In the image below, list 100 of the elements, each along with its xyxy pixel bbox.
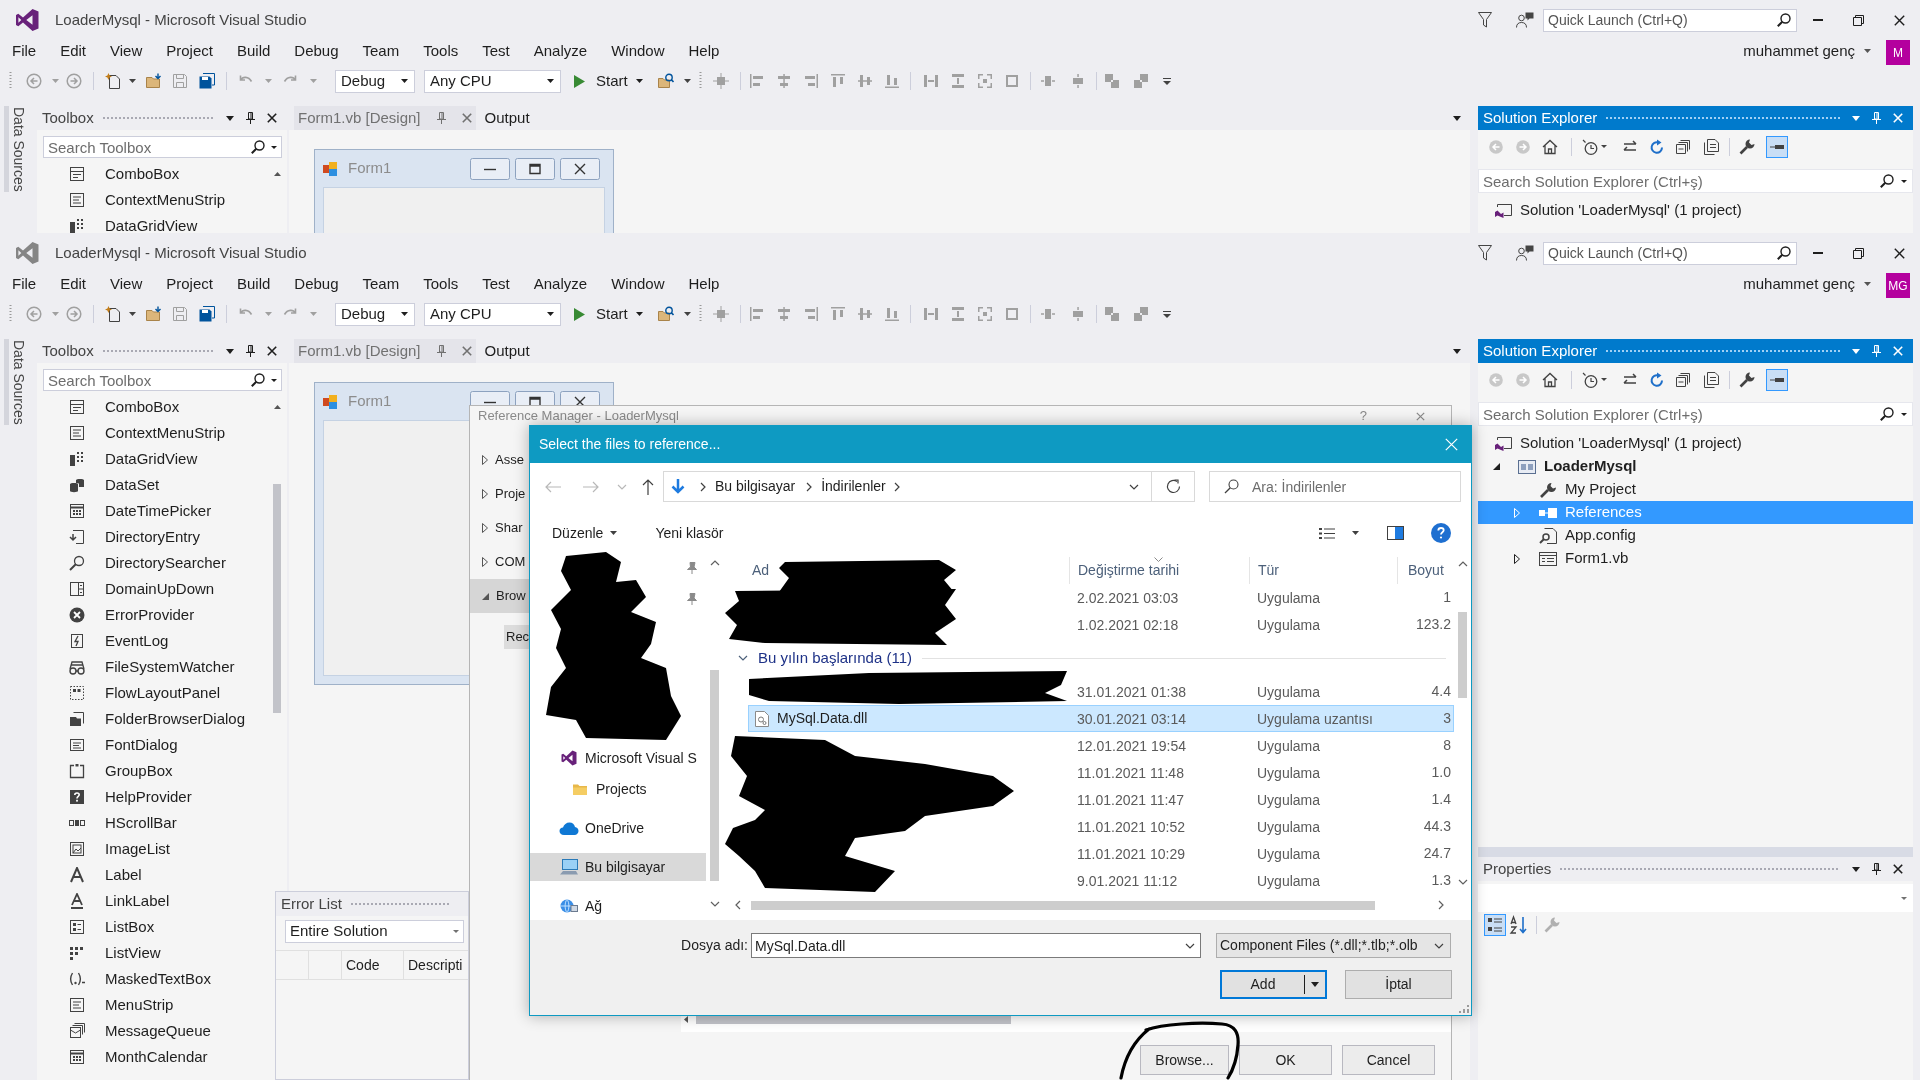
minimize-icon[interactable] — [1812, 19, 1823, 21]
caret-icon[interactable] — [1901, 413, 1907, 416]
toolbox-item[interactable]: DataGridView — [105, 214, 198, 233]
menu-item[interactable]: Window — [599, 273, 677, 294]
menu-item[interactable]: Team — [350, 40, 412, 61]
file-type-dropdown[interactable]: Component Files (*.dll;*.tlb;*.olb — [1216, 933, 1451, 958]
preview-icon[interactable] — [1766, 135, 1788, 158]
caret-icon[interactable] — [1864, 282, 1871, 286]
chevron-down-icon[interactable] — [1185, 943, 1195, 949]
feedback-icon[interactable] — [1516, 12, 1534, 28]
file-row[interactable]: 2.02.2021 03:03 Uygulama 1 — [1068, 584, 1454, 611]
caret-icon[interactable] — [1311, 982, 1319, 987]
toolbox-item[interactable]: ComboBox — [105, 395, 180, 419]
toolbox-item[interactable]: FolderBrowserDialog — [105, 707, 246, 731]
collapsed-triangle-icon[interactable] — [482, 489, 488, 499]
search-icon[interactable] — [1777, 245, 1791, 260]
pin-icon[interactable] — [246, 112, 255, 124]
caret-icon[interactable] — [683, 79, 691, 83]
caret-icon[interactable] — [129, 312, 136, 316]
category-item[interactable]: Proje — [470, 477, 529, 511]
scrollbar-thumb[interactable] — [1458, 612, 1467, 698]
toolbox-item[interactable]: MessageQueue — [105, 1019, 211, 1043]
dialog-button[interactable]: Browse... — [1140, 1045, 1229, 1075]
chevron-left-icon[interactable] — [735, 900, 741, 910]
help-icon[interactable] — [1431, 523, 1451, 543]
menu-item[interactable]: Test — [470, 273, 522, 294]
category-item[interactable]: Rec — [504, 625, 532, 649]
find-in-files-icon[interactable] — [657, 306, 674, 322]
caret-icon[interactable] — [1852, 866, 1860, 872]
save-all-icon[interactable] — [199, 306, 215, 322]
toolbox-item[interactable]: FontDialog — [105, 733, 178, 757]
scrollbar-thumb[interactable] — [751, 900, 1375, 910]
caret-icon[interactable] — [226, 115, 234, 121]
category-item[interactable]: Brow — [470, 579, 529, 613]
category-item[interactable]: COM — [470, 545, 529, 579]
menu-item[interactable]: Analyze — [521, 40, 600, 61]
nav-item[interactable]: Bu bilgisayar — [530, 853, 706, 881]
dialog-button[interactable]: İptal — [1345, 970, 1452, 999]
preview-pane-icon[interactable] — [1387, 526, 1404, 540]
caret-icon[interactable] — [1601, 378, 1607, 381]
close-icon[interactable] — [1894, 247, 1905, 259]
chevron-down-icon[interactable] — [1129, 483, 1139, 490]
collapse-all-icon[interactable] — [1675, 138, 1691, 155]
tree-item[interactable]: Solution 'LoaderMysql' (1 project) — [1478, 432, 1913, 455]
toolbox-item[interactable]: ComboBox — [105, 162, 180, 186]
chevron-down-icon[interactable] — [1434, 942, 1444, 949]
breadcrumb-item[interactable]: İndirilenler — [821, 476, 886, 497]
menu-item[interactable]: Tools — [411, 273, 471, 294]
toolbox-item[interactable]: DirectorySearcher — [105, 551, 226, 575]
caret-icon[interactable] — [1901, 180, 1907, 183]
nav-item[interactable]: Microsoft Visual S — [530, 744, 706, 772]
file-row[interactable]: 12.01.2021 19:54 Uygulama 8 — [1068, 732, 1454, 759]
configuration-dropdown[interactable]: Debug — [335, 69, 415, 93]
close-icon[interactable] — [267, 346, 277, 356]
search-icon[interactable] — [1880, 407, 1894, 421]
toolbox-item[interactable]: GroupBox — [105, 759, 173, 783]
scrollbar-thumb[interactable] — [273, 484, 281, 713]
details-view-icon[interactable] — [1319, 526, 1335, 540]
expanded-triangle-icon[interactable] — [1493, 463, 1500, 470]
menu-item[interactable]: Build — [224, 40, 283, 61]
category-item[interactable]: Asse — [470, 443, 529, 477]
toolbox-item[interactable]: ListBox — [105, 915, 155, 939]
toolbox-item[interactable]: DateTimePicker — [105, 499, 212, 523]
chevron-down-icon[interactable] — [1457, 879, 1468, 885]
collapse-all-icon[interactable] — [1675, 371, 1691, 388]
home-icon[interactable] — [1542, 138, 1558, 155]
toolbox-item[interactable]: FileSystemWatcher — [105, 655, 235, 679]
restore-icon[interactable] — [1853, 247, 1864, 259]
documents-icon[interactable] — [1703, 371, 1719, 388]
sort-icon[interactable] — [1508, 914, 1530, 936]
refresh-button[interactable] — [1152, 471, 1195, 502]
quick-launch-field[interactable]: Quick Launch (Ctrl+Q) — [1543, 241, 1797, 265]
categorized-icon[interactable] — [1484, 914, 1506, 936]
file-row[interactable]: 11.01.2021 11:47 Uygulama 1.4 — [1068, 786, 1454, 813]
menu-item[interactable]: Build — [224, 273, 283, 294]
overflow-icon[interactable] — [1162, 77, 1171, 85]
menu-item[interactable]: View — [98, 40, 155, 61]
menu-item[interactable]: Help — [676, 273, 732, 294]
toolbox-item[interactable]: MenuStrip — [105, 993, 174, 1017]
collapsed-triangle-icon[interactable] — [482, 455, 488, 465]
minimize-icon[interactable] — [1812, 252, 1823, 254]
menu-item[interactable]: Project — [154, 40, 225, 61]
collapsed-triangle-icon[interactable] — [482, 523, 488, 533]
open-folder-icon[interactable] — [146, 306, 162, 322]
file-row[interactable]: 9.01.2021 11:12 Uygulama 1.3 — [1068, 867, 1454, 894]
search-icon[interactable] — [251, 140, 265, 154]
chevron-up-icon[interactable] — [709, 560, 720, 566]
column-header[interactable]: Tür — [1258, 560, 1279, 581]
tab-list-caret-icon[interactable] — [1453, 115, 1461, 121]
search-field[interactable]: Ara: İndirilenler — [1209, 471, 1461, 502]
document-tab[interactable]: Output — [479, 339, 535, 363]
side-tab[interactable]: Data Sources — [4, 339, 27, 425]
search-field[interactable]: Search Toolbox — [43, 136, 282, 158]
toolbox-item[interactable]: MonthCalendar — [105, 1045, 208, 1069]
search-field[interactable]: Search Solution Explorer (Ctrl+ş) — [1478, 402, 1913, 426]
chevron-right-icon[interactable] — [806, 481, 813, 492]
clock-icon[interactable] — [1582, 371, 1598, 388]
menu-item[interactable]: Test — [470, 40, 522, 61]
close-icon[interactable] — [267, 113, 277, 123]
clock-icon[interactable] — [1582, 138, 1598, 155]
